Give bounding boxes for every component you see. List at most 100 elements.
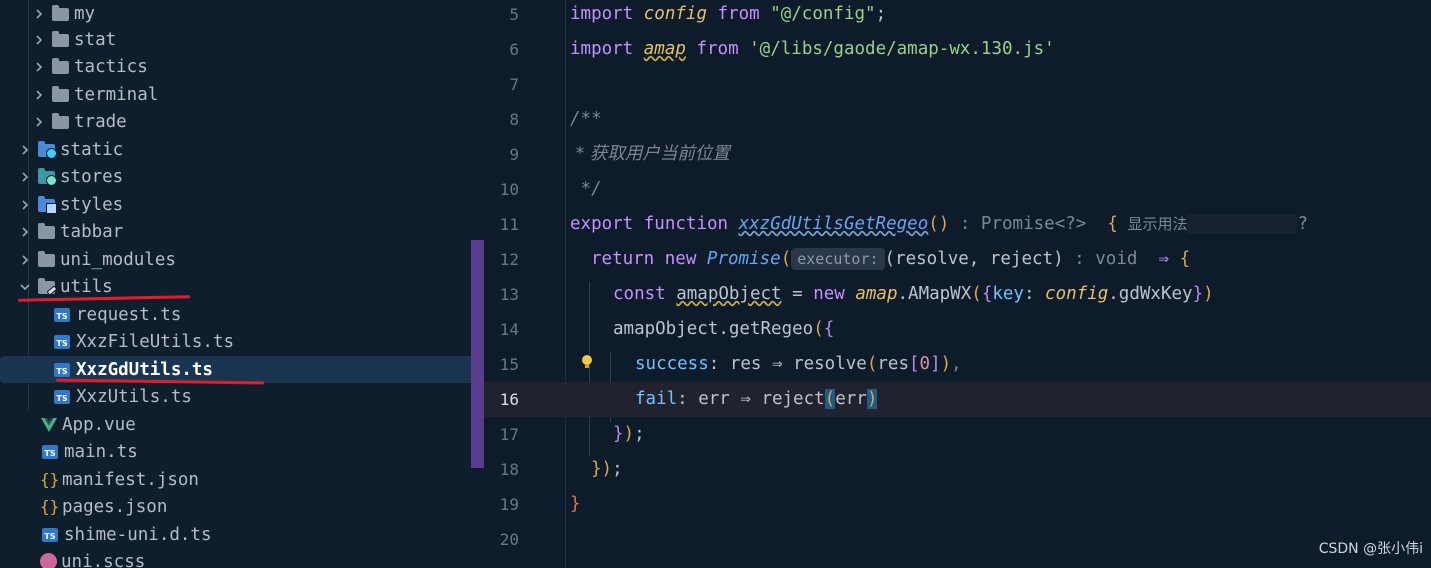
tree-item-tactics[interactable]: tactics: [0, 53, 472, 80]
tree-item-trade[interactable]: trade: [0, 108, 472, 135]
code-line-17[interactable]: 17 });: [484, 417, 1431, 452]
tree-item-uni-modules[interactable]: uni_modules: [0, 246, 472, 273]
tree-item-terminal[interactable]: terminal: [0, 81, 472, 108]
tree-item-shime-uni-d-ts[interactable]: TS shime-uni.d.ts: [0, 521, 472, 548]
chevron-right-icon[interactable]: [32, 7, 46, 21]
folder-styles-icon: [38, 195, 57, 214]
tree-item-label: tabbar: [60, 221, 124, 242]
folder-icon: [52, 57, 70, 75]
tree-item-styles[interactable]: styles: [0, 191, 472, 218]
code-line-10[interactable]: 10 */: [484, 172, 1431, 207]
tree-item-my[interactable]: my: [0, 0, 472, 27]
tree-item-manifest-json[interactable]: {} manifest.json: [0, 466, 472, 493]
tree-item-static[interactable]: static: [0, 136, 472, 163]
tree-item-label: main.ts: [64, 441, 138, 462]
tree-item-label: utils: [60, 276, 113, 297]
tree-item-label: stat: [74, 29, 117, 50]
code-line-16[interactable]: 16 fail: err ⇒ reject(err): [484, 382, 1431, 417]
tree-item-stores[interactable]: stores: [0, 163, 472, 190]
tree-item-uni-scss[interactable]: uni.scss: [0, 548, 472, 568]
chevron-right-icon[interactable]: [18, 143, 32, 157]
line-number: 13: [499, 285, 519, 304]
code-text: fail: err ⇒ reject(err): [635, 389, 878, 409]
line-number: 18: [499, 460, 519, 479]
chevron-right-icon[interactable]: [18, 225, 32, 239]
tree-item-label: uni.scss: [61, 551, 146, 568]
tree-item-xxzutils-ts[interactable]: TS XxzUtils.ts: [0, 383, 472, 410]
code-line-18[interactable]: 18 });: [484, 452, 1431, 487]
chevron-down-icon[interactable]: [18, 280, 32, 294]
ts-file-icon: TS: [42, 444, 58, 459]
ts-file-icon: TS: [54, 307, 70, 322]
vue-file-icon: [40, 417, 58, 433]
code-text: const amapObject = new amap.AMapWX({key:…: [613, 284, 1214, 304]
lightbulb-icon[interactable]: [581, 355, 593, 369]
code-text: export function xxzGdUtilsGetRegeo() : P…: [570, 214, 1308, 234]
code-text: */: [570, 179, 602, 199]
code-line-8[interactable]: 8 /**: [484, 102, 1431, 137]
tree-item-label: XxzFileUtils.ts: [76, 331, 235, 352]
ts-file-icon: TS: [54, 334, 70, 349]
line-number: 19: [499, 495, 519, 514]
tree-item-app-vue[interactable]: App.vue: [0, 411, 472, 438]
code-text: * 获取用户当前位置: [570, 144, 730, 164]
code-text: });: [591, 459, 623, 479]
code-text: });: [613, 424, 645, 444]
code-line-5[interactable]: 5 import config from "@/config";: [484, 0, 1431, 32]
code-text: }: [570, 494, 581, 514]
folder-stores-icon: [38, 167, 57, 186]
folder-icon: [52, 112, 70, 130]
chevron-right-icon[interactable]: [32, 88, 46, 102]
tree-item-label: XxzUtils.ts: [76, 386, 192, 407]
tree-item-xxzfileutils-ts[interactable]: TS XxzFileUtils.ts: [0, 328, 472, 355]
tree-item-utils[interactable]: utils: [0, 273, 472, 300]
code-line-14[interactable]: 14 amapObject.getRegeo({: [484, 312, 1431, 347]
code-line-9[interactable]: 9 * 获取用户当前位置: [484, 137, 1431, 172]
tree-item-pages-json[interactable]: {} pages.json: [0, 493, 472, 520]
tree-item-request-ts[interactable]: TS request.ts: [0, 301, 472, 328]
code-text: import amap from '@/libs/gaode/amap-wx.1…: [570, 39, 1055, 59]
line-number: 8: [509, 110, 519, 129]
line-number: 6: [509, 40, 519, 59]
chevron-right-icon[interactable]: [18, 198, 32, 212]
tree-item-label: stores: [60, 166, 124, 187]
code-line-13[interactable]: 13 const amapObject = new amap.AMapWX({k…: [484, 277, 1431, 312]
watermark: CSDN @张小伟i: [1318, 541, 1423, 557]
tree-item-main-ts[interactable]: TS main.ts: [0, 438, 472, 465]
sidebar-scrollbar[interactable]: [471, 240, 484, 468]
tree-item-label: XxzGdUtils.ts: [76, 359, 213, 380]
chevron-right-icon[interactable]: [18, 170, 32, 184]
line-number: 17: [499, 425, 519, 444]
code-line-6[interactable]: 6 import amap from '@/libs/gaode/amap-wx…: [484, 32, 1431, 67]
ts-file-icon: TS: [42, 527, 58, 542]
code-line-7[interactable]: 7: [484, 67, 1431, 102]
folder-icon: [38, 250, 56, 268]
tree-item-tabbar[interactable]: tabbar: [0, 218, 472, 245]
tree-item-label: request.ts: [76, 304, 182, 325]
code-line-19[interactable]: 19 }: [484, 487, 1431, 522]
chevron-right-icon[interactable]: [32, 33, 46, 47]
code-line-11[interactable]: 11 export function xxzGdUtilsGetRegeo() …: [484, 207, 1431, 242]
code-text: return new Promise(executor: (resolve, re…: [591, 248, 1191, 270]
chevron-right-icon[interactable]: [32, 115, 46, 129]
code-text: /**: [570, 109, 602, 129]
code-line-15[interactable]: 15 success: res ⇒ resolve(res[0]),: [484, 347, 1431, 382]
tree-item-label: styles: [60, 194, 124, 215]
sass-file-icon: [40, 553, 57, 568]
chevron-right-icon[interactable]: [18, 253, 32, 267]
code-text: import config from "@/config";: [570, 4, 887, 24]
folder-icon: [52, 30, 70, 48]
tree-item-label: static: [60, 139, 124, 160]
tree-item-label: manifest.json: [62, 469, 199, 490]
tree-item-label: terminal: [74, 84, 159, 105]
line-number: 15: [499, 355, 519, 374]
line-number: 7: [509, 75, 519, 94]
code-line-20[interactable]: 20: [484, 522, 1431, 557]
code-line-12[interactable]: 12 return new Promise(executor: (resolve,…: [484, 242, 1431, 277]
parameter-hint-chip: executor:: [791, 248, 885, 270]
tree-item-label: pages.json: [62, 496, 168, 517]
chevron-right-icon[interactable]: [32, 60, 46, 74]
tree-item-label: App.vue: [62, 414, 136, 435]
tree-item-stat[interactable]: stat: [0, 26, 472, 53]
tree-item-label: trade: [74, 111, 127, 132]
